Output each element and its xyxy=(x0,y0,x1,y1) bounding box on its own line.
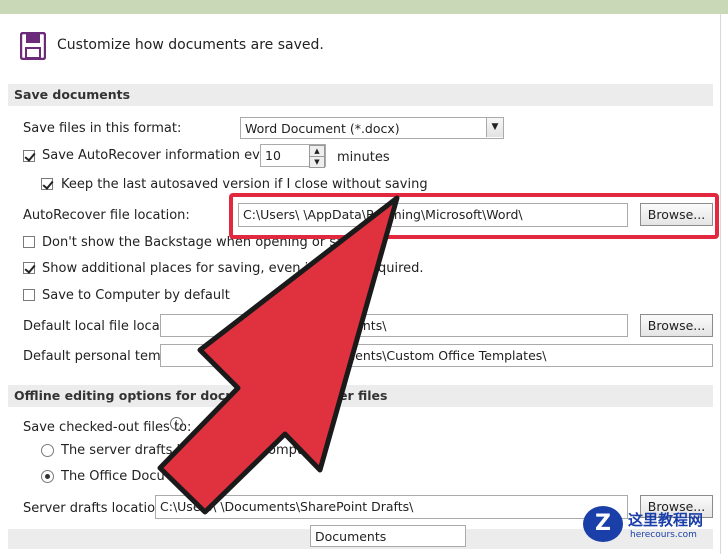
watermark-cn-text: 这里教程网 xyxy=(628,511,704,529)
red-arrow-annotation xyxy=(157,195,400,515)
watermark-logo: Z xyxy=(583,506,623,542)
watermark-site: herecours.com xyxy=(630,530,697,540)
